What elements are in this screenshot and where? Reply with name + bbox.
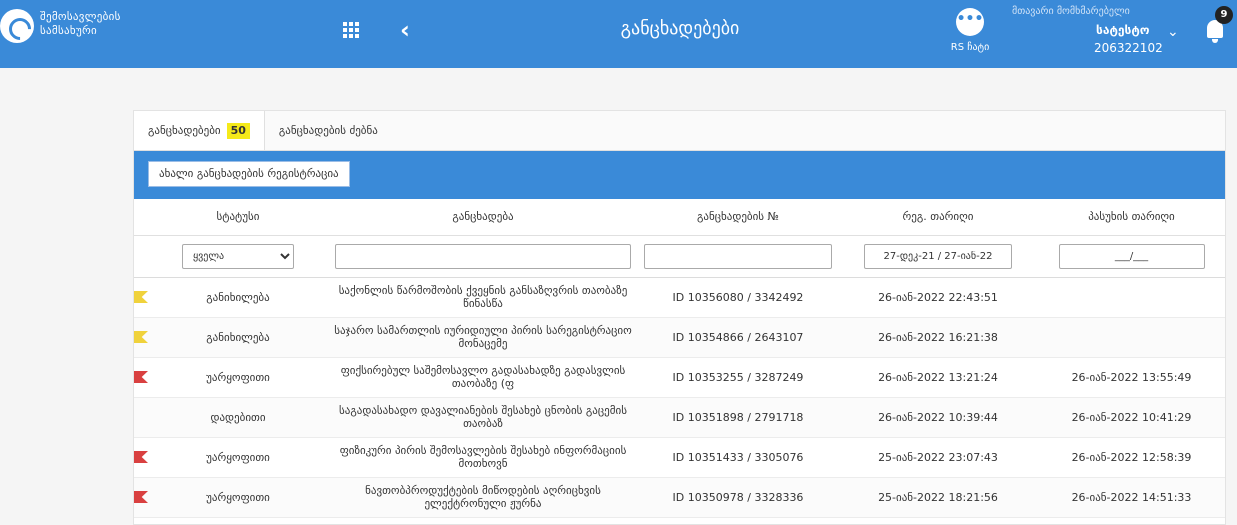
answer-date-filter-input[interactable]: [1058, 243, 1205, 269]
reg-date-cell: 25-იან-2022 23:07:43: [838, 437, 1038, 478]
status-cell: დადებითი: [148, 397, 328, 438]
answer-date-cell: 26-იან-2022 14:51:33: [1038, 477, 1225, 518]
flag-header: [134, 199, 148, 236]
applications-table: სტატუსი განცხადება განცხადების № რეგ. თა…: [134, 199, 1225, 518]
application-filter-input[interactable]: [335, 243, 631, 269]
answer-date-cell: [1038, 317, 1225, 358]
tab-bar: განცხადებები 50 განცხადების ძებნა: [134, 111, 1225, 151]
reg-date-cell: 25-იან-2022 18:21:56: [838, 477, 1038, 518]
logo[interactable]: [0, 9, 34, 43]
status-cell: უარყოფითი: [148, 437, 328, 478]
reg-date-cell: 26-იან-2022 10:39:44: [838, 397, 1038, 438]
user-name: სატესტო: [1096, 23, 1150, 37]
application-cell[interactable]: ფიზიკური პირის შემოსავლების შესახებ ინფო…: [328, 437, 638, 478]
column-header[interactable]: რეგ. თარიღი: [838, 199, 1038, 236]
table-row[interactable]: განიხილება საჯარო სამართლის იურიდიული პირ…: [134, 317, 1225, 358]
table-row[interactable]: განიხილება საქონლის წარმოშობის ქვეყნის გა…: [134, 277, 1225, 318]
register-application-button[interactable]: ახალი განცხადების რეგისტრაცია: [148, 161, 350, 187]
status-flag-icon: [134, 331, 148, 343]
answer-date-cell: 26-იან-2022 13:55:49: [1038, 357, 1225, 398]
reg-date-cell: 26-იან-2022 13:21:24: [838, 357, 1038, 398]
chat-icon: •••: [956, 8, 984, 36]
application-cell[interactable]: საქონლის წარმოშობის ქვეყნის განსაზღვრის …: [328, 277, 638, 318]
number-cell: ID 10350978 / 3328336: [638, 477, 838, 518]
status-cell: განიხილება: [148, 277, 328, 318]
top-bar: შემოსავლების სამსახური ‹ განცხადებები ••…: [0, 0, 1237, 68]
column-header[interactable]: განცხადების №: [638, 199, 838, 236]
number-cell: ID 10351433 / 3305076: [638, 437, 838, 478]
reg-date-cell: 26-იან-2022 22:43:51: [838, 277, 1038, 318]
chevron-left-icon[interactable]: ‹: [400, 18, 410, 42]
flag-cell: [134, 477, 148, 518]
table-row[interactable]: უარყოფითი ნავთობპროდუქტების მიწოდების აღრ…: [134, 477, 1225, 518]
status-cell: უარყოფითი: [148, 357, 328, 398]
flag-cell: [134, 277, 148, 318]
number-cell: ID 10353255 / 3287249: [638, 357, 838, 398]
column-header[interactable]: განცხადება: [328, 199, 638, 236]
filter-row: ყველა: [134, 235, 1225, 278]
application-cell[interactable]: საგადასახადო დავალიანების შესახებ ცნობის…: [328, 397, 638, 438]
number-filter-input[interactable]: [644, 243, 832, 269]
table-row[interactable]: დადებითი საგადასახადო დავალიანების შესახე…: [134, 397, 1225, 438]
application-cell[interactable]: საჯარო სამართლის იურიდიული პირის სარეგის…: [328, 317, 638, 358]
reg-date-cell: 26-იან-2022 16:21:38: [838, 317, 1038, 358]
brand-line-2: სამსახური: [40, 24, 98, 37]
number-cell: ID 10354866 / 2643107: [638, 317, 838, 358]
column-header[interactable]: პასუხის თარიღი: [1038, 199, 1225, 236]
reg-date-filter-input[interactable]: [864, 243, 1012, 269]
apps-grid-icon[interactable]: [343, 22, 359, 38]
status-flag-icon: [134, 371, 148, 383]
tab-label: განცხადებები: [148, 123, 221, 137]
flag-cell: [134, 437, 148, 478]
column-header[interactable]: სტატუსი: [148, 199, 328, 236]
answer-date-cell: 26-იან-2022 10:41:29: [1038, 397, 1225, 438]
application-cell[interactable]: ნავთობპროდუქტების მიწოდების აღრიცხვის ელ…: [328, 477, 638, 518]
flag-cell: [134, 317, 148, 358]
application-cell[interactable]: ფიქსირებულ საშემოსავლო გადასახადზე გადას…: [328, 357, 638, 398]
status-cell: განიხილება: [148, 317, 328, 358]
status-cell: უარყოფითი: [148, 477, 328, 518]
table-row[interactable]: უარყოფითი ფიქსირებულ საშემოსავლო გადასახა…: [134, 357, 1225, 398]
page-title: განცხადებები: [620, 18, 740, 39]
user-menu[interactable]: მთავარი მომხმარებელი სატესტო 206322102 ⌄: [1012, 6, 1179, 55]
status-flag-icon: [134, 491, 148, 503]
tab-applications[interactable]: განცხადებები 50: [134, 111, 265, 150]
notification-badge: 9: [1215, 6, 1233, 24]
tab-label: განცხადების ძებნა: [278, 123, 378, 137]
flag-cell: [134, 397, 148, 438]
answer-date-cell: [1038, 277, 1225, 318]
status-flag-icon: [134, 451, 148, 463]
chat-button[interactable]: ••• RS ჩატი: [940, 8, 1000, 53]
applications-panel: განცხადებები 50 განცხადების ძებნა ახალი …: [133, 110, 1226, 525]
answer-date-cell: 26-იან-2022 12:58:39: [1038, 437, 1225, 478]
count-badge: 50: [226, 122, 250, 139]
toolbar: ახალი განცხადების რეგისტრაცია: [134, 151, 1225, 199]
brand-line-1: შემოსავლების: [40, 10, 121, 23]
status-filter-select[interactable]: ყველა: [182, 243, 294, 269]
user-role: მთავარი მომხმარებელი: [1012, 6, 1130, 17]
status-flag-icon: [134, 291, 148, 303]
flag-cell: [134, 357, 148, 398]
table-row[interactable]: უარყოფითი ფიზიკური პირის შემოსავლების შეს…: [134, 437, 1225, 478]
number-cell: ID 10351898 / 2791718: [638, 397, 838, 438]
number-cell: ID 10356080 / 3342492: [638, 277, 838, 318]
tab-search[interactable]: განცხადების ძებნა: [265, 111, 392, 150]
chevron-down-icon[interactable]: ⌄: [1167, 24, 1179, 40]
chat-label: RS ჩატი: [950, 42, 990, 53]
brand-name[interactable]: შემოსავლების სამსახური: [40, 10, 121, 38]
user-id: 206322102: [1094, 41, 1163, 55]
